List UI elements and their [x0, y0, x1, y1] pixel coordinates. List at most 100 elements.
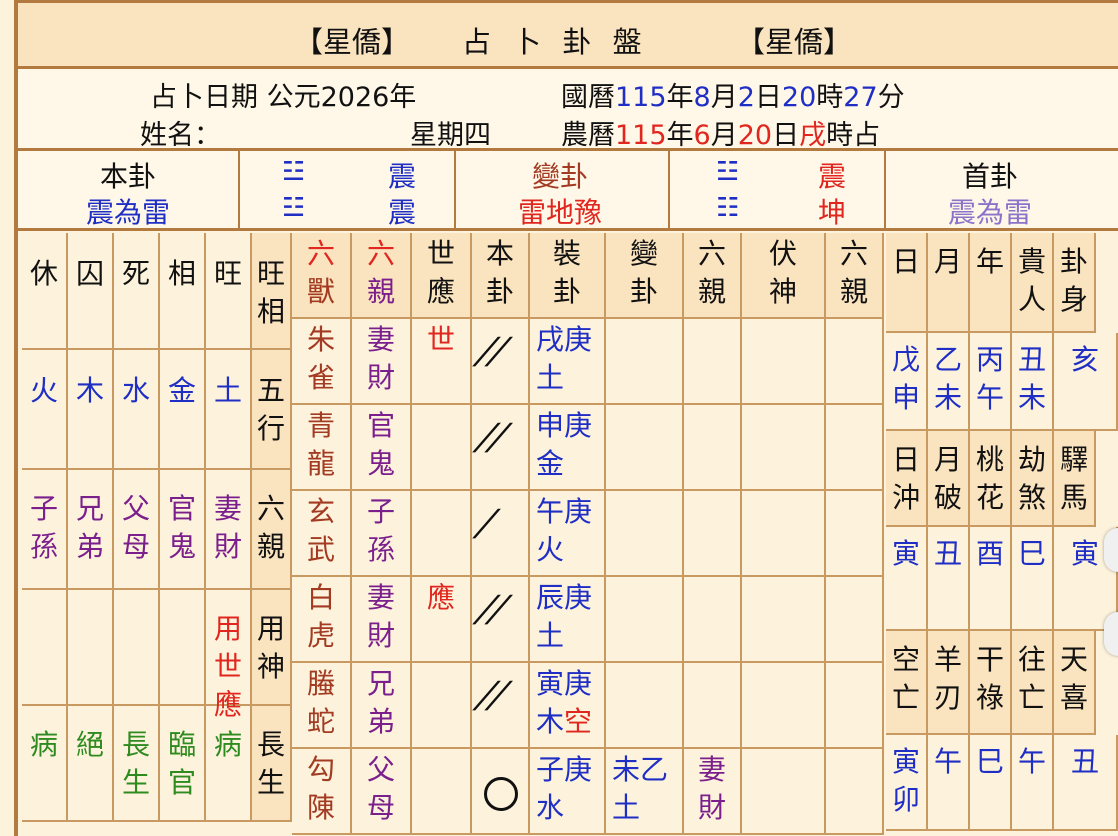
changed-line-cell — [606, 405, 684, 491]
hidden-kin-cell — [826, 319, 884, 405]
kin-cell: 父母 — [114, 470, 160, 590]
season-cell: 相 — [160, 233, 206, 350]
changed-kin-cell — [684, 491, 742, 577]
column-header: 裝卦 — [530, 233, 606, 319]
brand-tag-right: 【星僑】 — [736, 25, 853, 59]
branch-cell: 申庚金 — [530, 405, 606, 491]
changed-kin-cell — [684, 319, 742, 405]
hexagram-row: 本卦 震為雷 ☳ ☳ 震 震 變卦 雷地豫 ☳ ☷ 震 坤 首卦 震為雷 — [18, 151, 1118, 231]
yin-line-icon: // — [472, 417, 512, 458]
hidden-spirit-cell — [742, 577, 826, 663]
hidden-kin-cell — [826, 491, 884, 577]
season-cell: 休 — [22, 233, 68, 350]
shensha-header: 卦身 — [1054, 233, 1096, 333]
shiying-cell — [412, 405, 472, 491]
shensha-value: 巳 — [970, 735, 1012, 831]
yongshen-cell — [68, 590, 114, 706]
shensha-header: 日 — [886, 233, 928, 333]
life-stage-cell: 病 — [206, 706, 252, 822]
title-bar: 【星僑】 占 卜 卦 盤 【星僑】 — [18, 3, 1118, 69]
changed-trigram-lower-icon: ☷ — [716, 193, 740, 223]
side-scroll-handle[interactable] — [1104, 528, 1118, 572]
six-beast-cell: 螣蛇 — [292, 663, 352, 749]
shensha-header: 天喜 — [1054, 631, 1096, 735]
six-kin-cell: 妻財 — [352, 577, 412, 663]
six-kin-cell: 官鬼 — [352, 405, 412, 491]
column-header: 六親 — [826, 233, 884, 319]
shiying-cell — [412, 749, 472, 835]
changed-line-cell: 未乙土 — [606, 749, 684, 835]
life-stage-cell: 長生 — [114, 706, 160, 822]
row-header-wangxiang: 旺相 — [252, 233, 292, 350]
line-cell: // — [472, 663, 530, 749]
changed-upper-trigram: 震 — [818, 160, 847, 193]
changed-hexagram-name: 雷地豫 — [518, 196, 603, 229]
shiying-cell: 應 — [412, 577, 472, 663]
name-label: 姓名： — [140, 120, 221, 151]
main-lower-trigram: 震 — [388, 196, 417, 229]
six-kin-cell: 兄弟 — [352, 663, 412, 749]
shensha-value: 戊申 — [886, 333, 928, 431]
six-beast-cell: 白虎 — [292, 577, 352, 663]
column-header: 伏神 — [742, 233, 826, 319]
shensha-header: 貴人 — [1012, 233, 1054, 333]
season-cell: 囚 — [68, 233, 114, 350]
divination-info: 占卜日期 公元2026年 姓名： 星期四 國曆115年8月2日20時27分 農曆… — [18, 69, 1118, 151]
moving-yang-icon — [484, 777, 518, 811]
column-header: 六獸 — [292, 233, 352, 319]
shensha-value: 丑 — [1054, 735, 1118, 831]
row-header-wuxing: 五行 — [252, 350, 292, 470]
changed-line-cell — [606, 663, 684, 749]
hidden-spirit-cell — [742, 405, 826, 491]
column-header: 本卦 — [472, 233, 530, 319]
column-header: 變卦 — [606, 233, 684, 319]
shensha-value: 寅卯 — [886, 735, 928, 831]
element-cell: 金 — [160, 350, 206, 470]
branch-cell: 戌庚土 — [530, 319, 606, 405]
six-beast-cell: 勾陳 — [292, 749, 352, 835]
branch-cell: 午庚火 — [530, 491, 606, 577]
yin-line-icon: // — [472, 589, 512, 630]
branch-cell: 寅庚 木空 — [530, 663, 606, 749]
column-header: 六親 — [684, 233, 742, 319]
shiying-cell — [412, 663, 472, 749]
shensha-value: 丑未 — [1012, 333, 1054, 431]
side-scroll-handle[interactable] — [1104, 612, 1118, 656]
life-stage-cell: 絕 — [68, 706, 114, 822]
element-cell: 火 — [22, 350, 68, 470]
shensha-value: 丙午 — [970, 333, 1012, 431]
six-beast-cell: 青龍 — [292, 405, 352, 491]
column-header: 世應 — [412, 233, 472, 319]
line-cell: // — [472, 577, 530, 663]
six-kin-cell: 父母 — [352, 749, 412, 835]
six-kin-cell: 妻財 — [352, 319, 412, 405]
shensha-value: 午 — [1012, 735, 1054, 831]
yongshen-cell — [22, 590, 68, 706]
hidden-spirit-cell — [742, 749, 826, 835]
shensha-value: 酉 — [970, 527, 1012, 631]
kin-cell: 兄弟 — [68, 470, 114, 590]
shensha-header: 往亡 — [1012, 631, 1054, 735]
changed-line-cell — [606, 577, 684, 663]
weekday: 星期四 — [410, 120, 491, 151]
shensha-header: 月破 — [928, 431, 970, 527]
main-hexagram-name: 震為雷 — [86, 196, 171, 229]
changed-kin-cell — [684, 405, 742, 491]
kin-cell: 子孫 — [22, 470, 68, 590]
changed-trigram-upper-icon: ☳ — [716, 157, 740, 187]
shensha-header: 空亡 — [886, 631, 928, 735]
line-cell — [472, 749, 530, 835]
shensha-value: 乙未 — [928, 333, 970, 431]
changed-line-cell — [606, 319, 684, 405]
kin-cell: 官鬼 — [160, 470, 206, 590]
page-title: 占 卜 卦 盤 — [462, 25, 648, 59]
yongshen-cell — [160, 590, 206, 706]
hidden-kin-cell — [826, 663, 884, 749]
shensha-header: 劫煞 — [1012, 431, 1054, 527]
trigram-upper-icon: ☳ — [282, 157, 306, 187]
six-beast-cell: 朱雀 — [292, 319, 352, 405]
changed-hexagram-label: 變卦 — [532, 160, 589, 193]
date-label: 占卜日期 公元2026年 — [150, 82, 417, 113]
shiying-cell — [412, 491, 472, 577]
line-cell: // — [472, 405, 530, 491]
